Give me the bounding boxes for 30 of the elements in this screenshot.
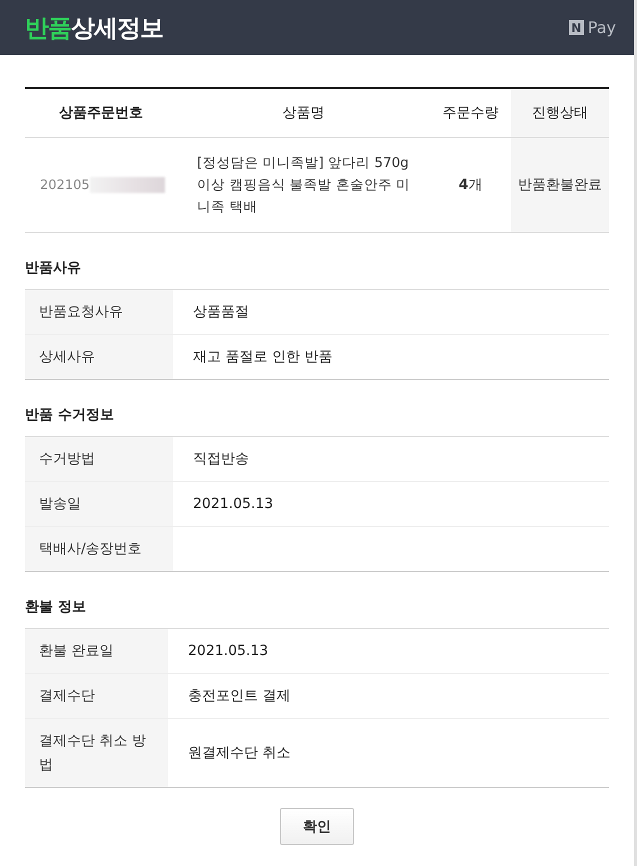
order-number: 202105 bbox=[40, 178, 90, 192]
section-title: 환불 정보 bbox=[25, 598, 87, 617]
confirm-button[interactable]: 확인 bbox=[280, 808, 354, 845]
column-header: 상품주문번호 bbox=[25, 88, 177, 138]
field-label: 반품요청사유 bbox=[25, 290, 173, 334]
pay-logo-badge: N bbox=[568, 20, 584, 35]
section-title: 반품 수거정보 bbox=[25, 406, 115, 425]
field-value: 상품품절 bbox=[173, 290, 609, 334]
column-header: 상품명 bbox=[177, 88, 430, 138]
status-cell: 반품환불완료 bbox=[511, 138, 609, 232]
field-label: 택배사/송장번호 bbox=[25, 526, 173, 572]
field-label: 환불 완료일 bbox=[25, 628, 168, 674]
column-header: 진행상태 bbox=[511, 88, 609, 138]
field-value: 원결제수단 취소 bbox=[168, 718, 609, 788]
product-name: [정성담은 미니족발] 앞다리 570g 이상 캠핑음식 불족발 혼술안주 미니족 택배 bbox=[177, 138, 430, 232]
section-title: 반품사유 bbox=[25, 259, 82, 278]
field-value: 2021.05.13 bbox=[168, 628, 609, 674]
page-title: 상세정보 bbox=[71, 14, 163, 42]
field-label: 상세사유 bbox=[25, 334, 173, 380]
field-label: 수거방법 bbox=[25, 436, 173, 482]
pay-label: Pay bbox=[588, 18, 616, 37]
field-label: 결제수단 bbox=[25, 674, 168, 718]
title-highlight: 반품 bbox=[25, 14, 71, 42]
field-value: 충전포인트 결제 bbox=[168, 674, 609, 718]
field-label: 발송일 bbox=[25, 482, 173, 526]
field-value: 직접반송 bbox=[173, 436, 609, 482]
field-value: 2021.05.13 bbox=[173, 482, 609, 526]
quantity: 4개 bbox=[430, 138, 511, 232]
field-label: 결제수단 취소 방법 bbox=[25, 718, 168, 788]
field-value: 재고 품절로 인한 반품 bbox=[173, 334, 609, 380]
